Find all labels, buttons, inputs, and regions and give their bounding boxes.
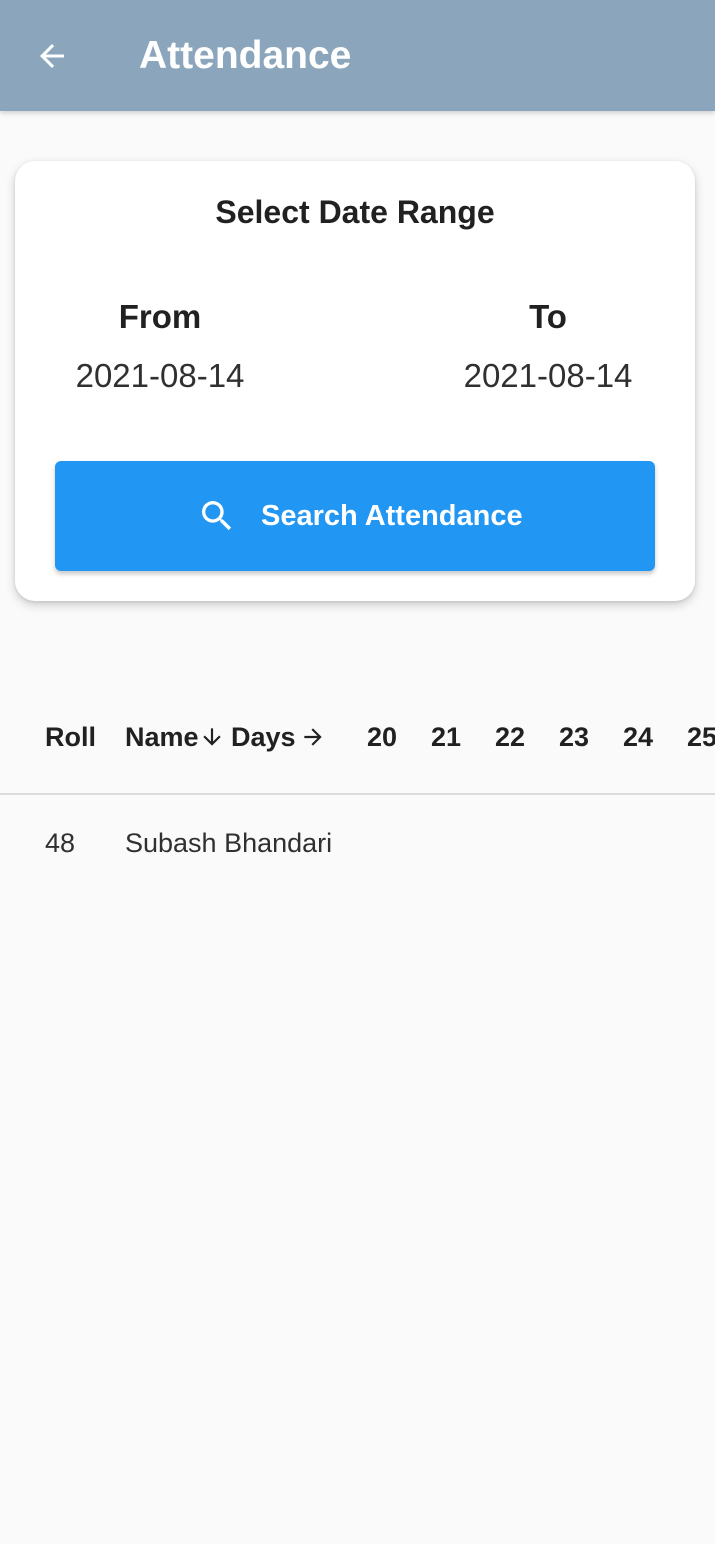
search-icon <box>202 501 232 531</box>
date-range-title: Select Date Range <box>215 194 495 230</box>
column-day-24: 24 <box>623 722 654 752</box>
column-name-label: Name <box>125 722 199 752</box>
column-day-22: 22 <box>495 722 526 752</box>
arrow-back-icon <box>40 44 64 68</box>
column-day-21: 21 <box>431 722 462 752</box>
column-roll[interactable]: Roll <box>45 715 96 760</box>
table-row[interactable]: 48 Subash Bhandari <box>0 823 715 863</box>
from-date-value[interactable]: 2021-08-14 <box>30 356 290 396</box>
to-date-group: To 2021-08-14 <box>418 297 678 396</box>
from-label: From <box>118 298 202 335</box>
row-name: Subash Bhandari <box>125 828 333 858</box>
table-divider <box>0 793 715 795</box>
arrow-forward-icon <box>303 728 322 746</box>
column-days[interactable]: Days <box>231 715 326 760</box>
column-days-label: Days <box>231 722 296 752</box>
column-name[interactable]: Name <box>125 715 225 760</box>
column-day-23: 23 <box>559 722 590 752</box>
from-date-group: From 2021-08-14 <box>30 297 290 396</box>
to-date-value[interactable]: 2021-08-14 <box>418 356 678 396</box>
back-button[interactable] <box>26 30 78 82</box>
search-attendance-button[interactable]: Search Attendance <box>55 461 655 571</box>
table-header: Roll Name Days 20 21 22 23 24 25 <box>0 715 715 760</box>
search-attendance-label: Search Attendance <box>261 500 523 532</box>
arrow-down-icon <box>202 728 221 746</box>
column-day-20: 20 <box>367 722 398 752</box>
page-title: Attendance <box>139 34 352 77</box>
row-roll: 48 <box>45 828 76 858</box>
column-day-25: 25 <box>687 722 715 752</box>
to-label: To <box>529 298 567 335</box>
app-bar: Attendance <box>0 0 715 111</box>
